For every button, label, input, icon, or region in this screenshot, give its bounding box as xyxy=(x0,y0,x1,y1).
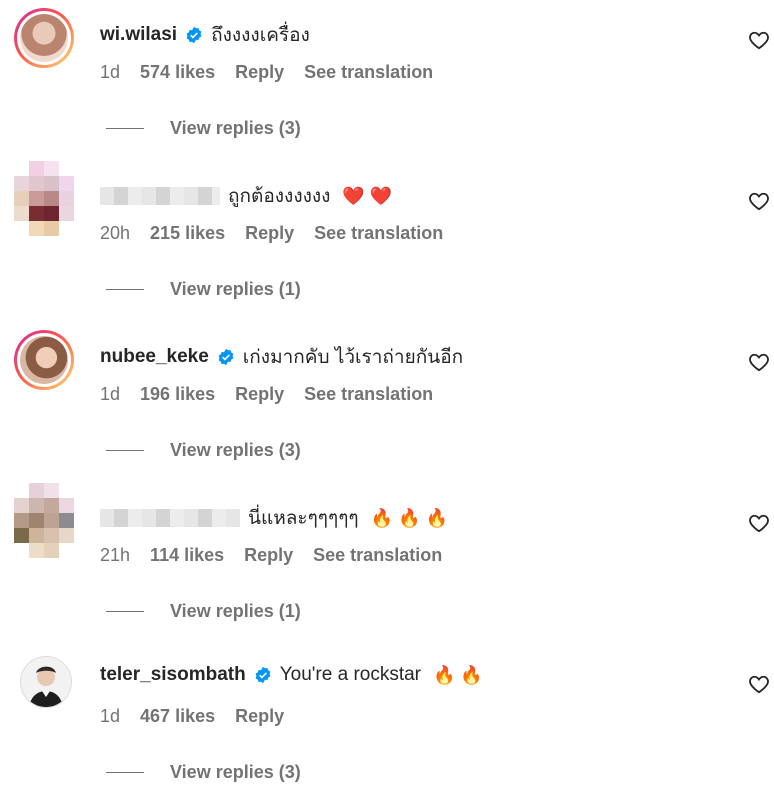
comment-item: nubee_keke เก่งมากคับ ไว้เราถ่ายกันอีก 1… xyxy=(0,322,774,483)
comment-meta: 1d 196 likes Reply See translation xyxy=(100,384,433,405)
heart-emoji: ❤️ ❤️ xyxy=(342,185,393,206)
view-replies-label: View replies (3) xyxy=(170,762,301,782)
heart-outline-icon[interactable] xyxy=(748,674,770,694)
divider-dash xyxy=(106,611,144,612)
comment-item: นี่แหละๆๆๆๆๆ 🔥 🔥 🔥 21h 114 likes Reply S… xyxy=(0,483,774,644)
avatar[interactable] xyxy=(14,8,74,68)
view-replies-label: View replies (3) xyxy=(170,118,301,138)
comment-line: wi.wilasi ถึงงงงเครื่อง xyxy=(100,20,310,50)
username[interactable]: nubee_keke xyxy=(100,346,209,368)
heart-outline-icon[interactable] xyxy=(748,513,770,533)
divider-dash xyxy=(106,128,144,129)
view-replies-label: View replies (1) xyxy=(170,279,301,299)
view-replies-button[interactable]: View replies (3) xyxy=(106,440,301,461)
view-replies-label: View replies (1) xyxy=(170,601,301,621)
comment-text: ถูกต้องงงงงง xyxy=(228,186,331,207)
comment-meta: 21h 114 likes Reply See translation xyxy=(100,545,442,566)
verified-badge-icon xyxy=(218,348,234,366)
avatar[interactable] xyxy=(20,656,72,708)
comment-text: นี่แหละๆๆๆๆๆ xyxy=(248,508,359,529)
likes-count[interactable]: 574 likes xyxy=(140,62,215,83)
comment-meta: 1d 574 likes Reply See translation xyxy=(100,62,433,83)
fire-emoji: 🔥 🔥 xyxy=(433,664,483,685)
heart-outline-icon[interactable] xyxy=(748,191,770,211)
likes-count[interactable]: 196 likes xyxy=(140,384,215,405)
timestamp: 21h xyxy=(100,545,131,565)
comment-line: นี่แหละๆๆๆๆๆ 🔥 🔥 🔥 xyxy=(100,503,448,533)
view-replies-label: View replies (3) xyxy=(170,440,301,460)
comment-line: nubee_keke เก่งมากคับ ไว้เราถ่ายกันอีก xyxy=(100,342,463,372)
see-translation-button[interactable]: See translation xyxy=(314,223,443,244)
view-replies-button[interactable]: View replies (3) xyxy=(106,118,301,139)
see-translation-button[interactable]: See translation xyxy=(304,62,433,83)
verified-badge-icon xyxy=(255,666,271,684)
comment-text: You're a rockstar xyxy=(279,664,422,685)
blurred-username[interactable] xyxy=(100,187,220,205)
reply-button[interactable]: Reply xyxy=(235,706,284,727)
avatar[interactable] xyxy=(14,330,74,390)
timestamp: 1d xyxy=(100,706,121,726)
divider-dash xyxy=(106,772,144,773)
reply-button[interactable]: Reply xyxy=(235,384,284,405)
heart-outline-icon[interactable] xyxy=(748,30,770,50)
comment-text: เก่งมากคับ ไว้เราถ่ายกันอีก xyxy=(242,347,464,368)
comment-meta: 1d 467 likes Reply xyxy=(100,706,284,727)
comment-line: ถูกต้องงงงงง ❤️ ❤️ xyxy=(100,181,392,211)
avatar-photo xyxy=(21,657,71,707)
divider-dash xyxy=(106,450,144,451)
likes-count[interactable]: 467 likes xyxy=(140,706,215,727)
view-replies-button[interactable]: View replies (1) xyxy=(106,601,301,622)
timestamp: 1d xyxy=(100,384,121,404)
likes-count[interactable]: 215 likes xyxy=(150,223,225,244)
see-translation-button[interactable]: See translation xyxy=(304,384,433,405)
comment-line: teler_sisombath You're a rockstar 🔥 🔥 xyxy=(100,664,483,686)
avatar[interactable] xyxy=(14,483,86,569)
divider-dash xyxy=(106,289,144,290)
verified-badge-icon xyxy=(186,26,202,44)
view-replies-button[interactable]: View replies (3) xyxy=(106,762,301,783)
username[interactable]: teler_sisombath xyxy=(100,664,246,686)
comment-item: teler_sisombath You're a rockstar 🔥 🔥 1d… xyxy=(0,644,774,805)
reply-button[interactable]: Reply xyxy=(235,62,284,83)
avatar[interactable] xyxy=(14,161,86,247)
comment-text: ถึงงงงเครื่อง xyxy=(211,25,310,46)
username[interactable]: wi.wilasi xyxy=(100,24,177,46)
view-replies-button[interactable]: View replies (1) xyxy=(106,279,301,300)
comment-item: wi.wilasi ถึงงงงเครื่อง 1d 574 likes Rep… xyxy=(0,0,774,161)
blurred-username[interactable] xyxy=(100,509,240,527)
timestamp: 1d xyxy=(100,62,121,82)
comment-item: ถูกต้องงงงงง ❤️ ❤️ 20h 215 likes Reply S… xyxy=(0,161,774,322)
timestamp: 20h xyxy=(100,223,131,243)
comment-meta: 20h 215 likes Reply See translation xyxy=(100,223,443,244)
likes-count[interactable]: 114 likes xyxy=(150,545,224,566)
heart-outline-icon[interactable] xyxy=(748,352,770,372)
fire-emoji: 🔥 🔥 🔥 xyxy=(370,507,448,528)
reply-button[interactable]: Reply xyxy=(245,223,294,244)
see-translation-button[interactable]: See translation xyxy=(313,545,442,566)
reply-button[interactable]: Reply xyxy=(244,545,293,566)
